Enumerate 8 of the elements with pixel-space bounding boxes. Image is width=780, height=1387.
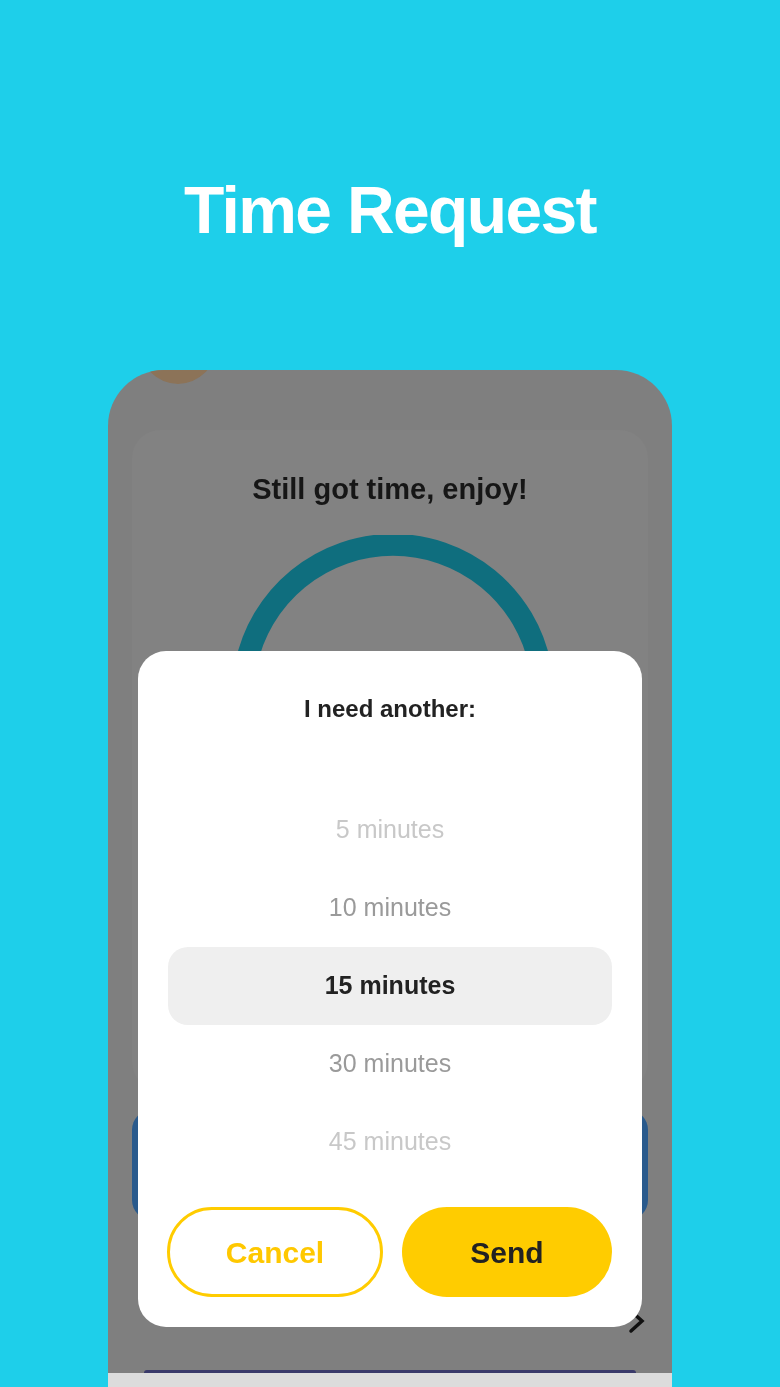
picker-option[interactable]: 30 minutes [168, 1025, 612, 1103]
picker-option[interactable]: 15 minutes [168, 947, 612, 1025]
picker-option[interactable]: 10 minutes [168, 869, 612, 947]
dialog-title: I need another: [303, 694, 477, 724]
cancel-button[interactable]: Cancel [167, 1207, 383, 1297]
status-message: Still got time, enjoy! [251, 472, 529, 507]
send-button[interactable]: Send [402, 1207, 612, 1297]
headline: Time Request [183, 172, 598, 248]
